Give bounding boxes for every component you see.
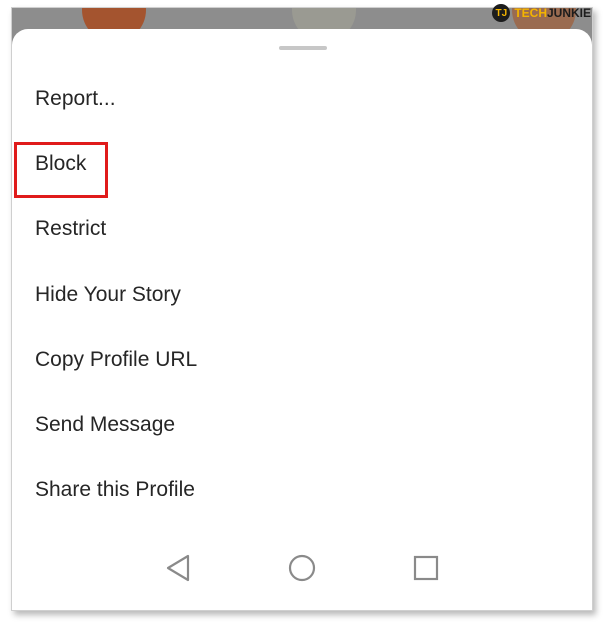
bottom-sheet: Report... Block Restrict Hide Your Story… bbox=[12, 29, 592, 610]
options-menu: Report... Block Restrict Hide Your Story… bbox=[12, 66, 592, 523]
sheet-drag-handle[interactable] bbox=[279, 46, 327, 50]
menu-item-copy-profile-url[interactable]: Copy Profile URL bbox=[12, 327, 592, 392]
menu-item-share-profile[interactable]: Share this Profile bbox=[12, 458, 592, 523]
menu-item-hide-your-story[interactable]: Hide Your Story bbox=[12, 262, 592, 327]
menu-item-report[interactable]: Report... bbox=[12, 66, 592, 131]
home-button[interactable] bbox=[282, 548, 322, 588]
menu-item-block[interactable]: Block bbox=[12, 131, 592, 199]
back-button[interactable] bbox=[158, 548, 198, 588]
menu-item-label: Block bbox=[35, 151, 87, 175]
menu-item-label: Report... bbox=[35, 86, 116, 110]
back-triangle-icon bbox=[166, 554, 190, 582]
menu-item-restrict[interactable]: Restrict bbox=[12, 197, 592, 262]
menu-item-label: Share this Profile bbox=[35, 478, 195, 502]
techjunkie-logo-icon: TJ bbox=[492, 4, 511, 22]
menu-item-label: Send Message bbox=[35, 413, 176, 437]
menu-item-label: Restrict bbox=[35, 217, 107, 241]
system-navigation-bar bbox=[12, 524, 592, 610]
home-circle-icon bbox=[288, 554, 316, 582]
menu-item-send-message[interactable]: Send Message bbox=[12, 392, 592, 457]
techjunkie-watermark: TJ TECHJUNKIE bbox=[492, 4, 591, 22]
recents-square-icon bbox=[413, 555, 439, 581]
recents-button[interactable] bbox=[406, 548, 446, 588]
screenshot-frame: Report... Block Restrict Hide Your Story… bbox=[11, 7, 593, 611]
watermark-text-junkie: JUNKIE bbox=[546, 6, 591, 20]
menu-item-label: Copy Profile URL bbox=[35, 347, 198, 371]
menu-item-label: Hide Your Story bbox=[35, 282, 181, 306]
watermark-text-tech: TECH bbox=[514, 6, 547, 20]
